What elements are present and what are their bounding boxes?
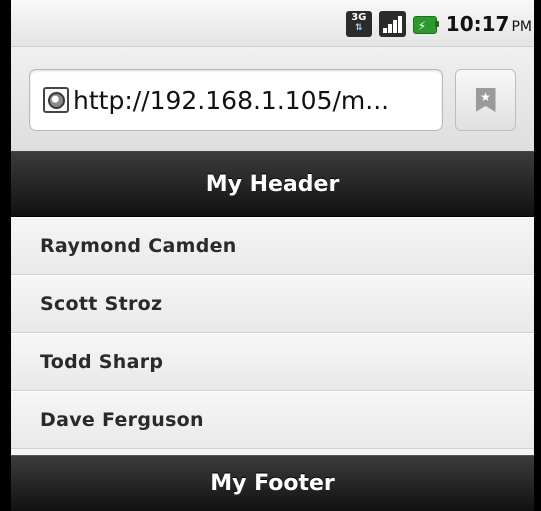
list-item-label: Todd Sharp (40, 351, 164, 373)
list-item-label: Scott Stroz (40, 293, 163, 315)
clock-ampm: PM (511, 19, 532, 35)
url-text[interactable]: http://192.168.1.105/m... (73, 86, 389, 115)
page-header: My Header (11, 151, 534, 217)
list-item[interactable]: Todd Sharp (11, 333, 534, 391)
phone-screen: 3G ⇅ ⚡ 10:17 PM http://192.168.1.105/m..… (0, 0, 541, 511)
network-type-label: 3G (351, 12, 367, 23)
clock-time: 10:17 (445, 12, 510, 36)
page-footer-title: My Footer (210, 471, 335, 496)
battery-charging-icon: ⚡ (412, 13, 439, 35)
browser-toolbar: http://192.168.1.105/m... ★ (11, 47, 534, 151)
clock: 10:17 PM (446, 12, 532, 36)
url-bar[interactable]: http://192.168.1.105/m... (29, 69, 443, 131)
screen-edge-right (534, 0, 541, 511)
screen-edge-left (0, 0, 11, 511)
network-3g-icon: 3G ⇅ (345, 11, 372, 37)
status-bar: 3G ⇅ ⚡ 10:17 PM (11, 0, 534, 47)
status-icons: 3G ⇅ ⚡ 10:17 PM (345, 11, 532, 37)
page-header-title: My Header (205, 171, 340, 197)
list-item[interactable]: Raymond Camden (11, 217, 534, 275)
browser-content: 3G ⇅ ⚡ 10:17 PM http://192.168.1.105/m..… (11, 0, 534, 511)
person-list: Raymond Camden Scott Stroz Todd Sharp Da… (11, 217, 534, 449)
signal-strength-icon (378, 11, 406, 37)
list-item[interactable]: Scott Stroz (11, 275, 534, 333)
list-item-label: Raymond Camden (40, 235, 237, 257)
bookmark-icon: ★ (475, 88, 496, 112)
page-footer: My Footer (11, 455, 534, 511)
bookmark-button[interactable]: ★ (455, 69, 516, 131)
list-item[interactable]: Dave Ferguson (11, 391, 534, 449)
globe-icon (43, 87, 69, 113)
list-item-label: Dave Ferguson (40, 409, 204, 431)
